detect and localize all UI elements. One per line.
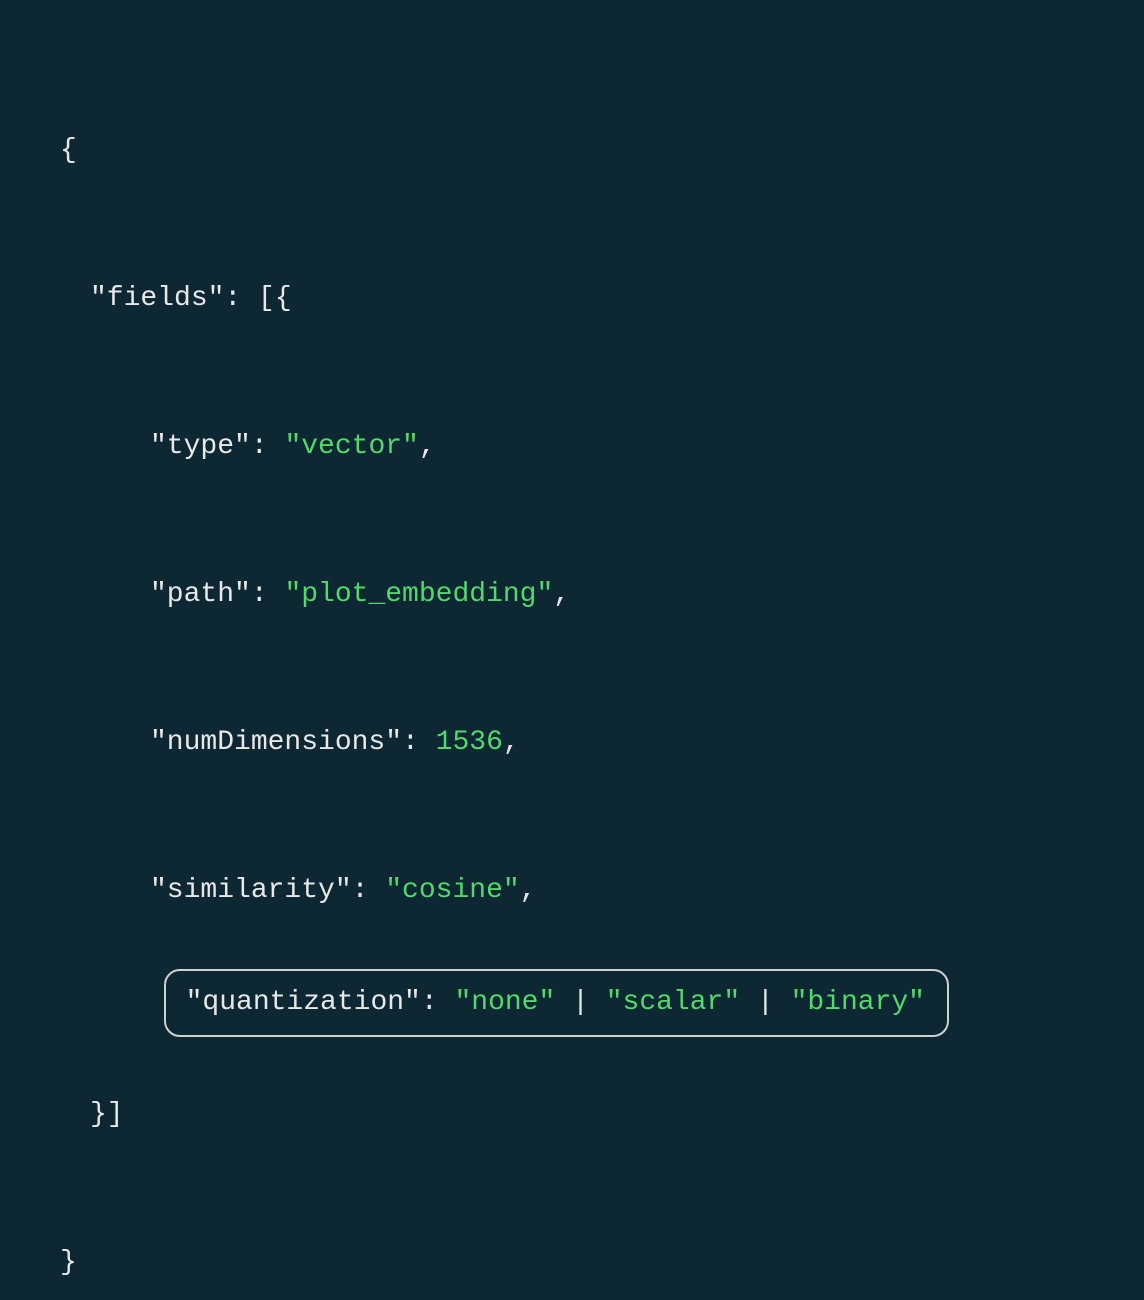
colon: : — [402, 727, 436, 758]
fields-close: }] — [90, 1099, 124, 1130]
code-line-numdimensions: "numDimensions": 1536, — [60, 711, 1084, 775]
code-line-path: "path": "plot_embedding", — [60, 563, 1084, 627]
code-line-fields: "fields": [{ — [60, 267, 1084, 331]
code-line-similarity: "similarity": "cosine", — [60, 859, 1084, 923]
path-value: "plot_embedding" — [284, 579, 553, 610]
code-snippet: { "fields": [{ "type": "vector", "path":… — [60, 35, 1084, 1300]
path-key: "path" — [150, 579, 251, 610]
comma: , — [419, 431, 436, 462]
code-line-open-brace: { — [60, 119, 1084, 183]
code-line-close-brace: } — [60, 1231, 1084, 1295]
numdimensions-value: 1536 — [436, 727, 503, 758]
colon: : — [251, 431, 285, 462]
colon: : — [251, 579, 285, 610]
comma: , — [503, 727, 520, 758]
colon: : — [421, 987, 455, 1018]
pipe-separator: | — [740, 987, 790, 1018]
fields-open: : [{ — [224, 283, 291, 314]
code-line-fields-close: }] — [60, 1083, 1084, 1147]
similarity-key: "similarity" — [150, 875, 352, 906]
brace-close: } — [60, 1247, 77, 1278]
code-line-quantization-highlighted: "quantization": "none" | "scalar" | "bin… — [164, 969, 949, 1037]
pipe-separator: | — [555, 987, 605, 1018]
similarity-value: "cosine" — [385, 875, 519, 906]
type-value: "vector" — [284, 431, 418, 462]
comma: , — [553, 579, 570, 610]
quantization-value-binary: "binary" — [791, 987, 925, 1018]
quantization-value-scalar: "scalar" — [606, 987, 740, 1018]
type-key: "type" — [150, 431, 251, 462]
fields-key: "fields" — [90, 283, 224, 314]
quantization-key: "quantization" — [186, 987, 421, 1018]
numdimensions-key: "numDimensions" — [150, 727, 402, 758]
colon: : — [352, 875, 386, 906]
comma: , — [520, 875, 537, 906]
brace-open: { — [60, 135, 77, 166]
quantization-value-none: "none" — [454, 987, 555, 1018]
code-line-type: "type": "vector", — [60, 415, 1084, 479]
